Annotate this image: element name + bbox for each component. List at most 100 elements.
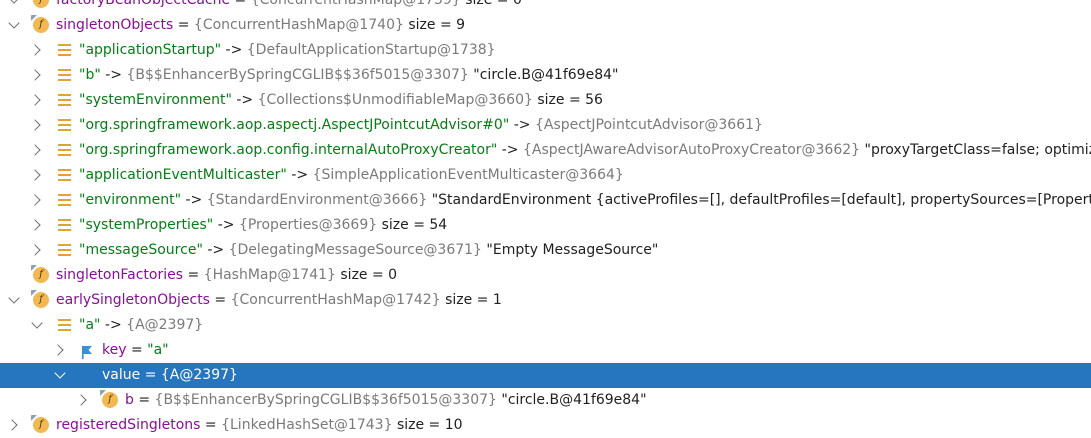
object-reference: {ConcurrentHashMap@1742}: [230, 292, 441, 308]
equals-sign: =: [133, 392, 155, 408]
chevron-right-icon[interactable]: [29, 144, 41, 156]
arrow-symbol: ->: [286, 167, 313, 183]
tree-row[interactable]: "applicationStartup" -> {DefaultApplicat…: [0, 38, 1091, 63]
row-text: "applicationEventMulticaster" -> {Simple…: [79, 163, 624, 188]
map-entry-icon: [58, 44, 71, 56]
map-key: "b": [79, 67, 101, 83]
map-entry-icon: [58, 244, 71, 256]
chevron-right-icon[interactable]: [29, 44, 41, 56]
variable-name: factoryBeanObjectCache: [56, 0, 231, 8]
row-text: singletonObjects = {ConcurrentHashMap@17…: [56, 13, 465, 38]
value-summary: "circle.B@41f69e84": [473, 67, 619, 83]
row-text: "applicationStartup" -> {DefaultApplicat…: [79, 38, 496, 63]
value-summary: size = 56: [537, 92, 603, 108]
row-text: b = {B$$EnhancerBySpringCGLIB$$36f5015@3…: [125, 388, 647, 413]
variable-name: singletonFactories: [56, 267, 184, 283]
field-icon: f: [33, 292, 49, 308]
row-text: "b" -> {B$$EnhancerBySpringCGLIB$$36f501…: [79, 63, 618, 88]
map-entry-icon: [58, 319, 71, 331]
row-text: "systemEnvironment" -> {Collections$Unmo…: [79, 88, 603, 113]
row-text: "org.springframework.aop.config.internal…: [79, 138, 1091, 163]
row-text: singletonFactories = {HashMap@1741} size…: [56, 263, 397, 288]
value-summary: "circle.B@41f69e84": [501, 392, 647, 408]
object-reference: {AspectJPointcutAdvisor@3661}: [534, 117, 763, 133]
tree-row[interactable]: fb = {B$$EnhancerBySpringCGLIB$$36f5015@…: [0, 388, 1091, 413]
field-icon: f: [33, 417, 49, 433]
object-reference: {Collections$UnmodifiableMap@3660}: [257, 92, 533, 108]
chevron-right-icon[interactable]: [29, 244, 41, 256]
object-reference: {B$$EnhancerBySpringCGLIB$$36f5015@3307}: [126, 67, 469, 83]
tree-row[interactable]: "org.springframework.aop.config.internal…: [0, 138, 1091, 163]
chevron-down-icon[interactable]: [8, 0, 20, 4]
tree-row[interactable]: "a" -> {A@2397}: [0, 313, 1091, 338]
row-text: "a" -> {A@2397}: [79, 313, 203, 338]
object-reference: {SimpleApplicationEventMulticaster@3664}: [312, 167, 624, 183]
equals-sign: =: [230, 0, 251, 8]
object-reference: {B$$EnhancerBySpringCGLIB$$36f5015@3307}: [154, 392, 497, 408]
map-entry-icon: [58, 94, 71, 106]
row-text: factoryBeanObjectCache = {ConcurrentHash…: [56, 0, 522, 13]
equals-sign: =: [140, 367, 161, 383]
value-summary: size = 0: [465, 0, 522, 8]
map-key: "systemEnvironment": [79, 92, 232, 108]
row-text: earlySingletonObjects = {ConcurrentHashM…: [56, 288, 502, 313]
object-reference: {DelegatingMessageSource@3671}: [228, 242, 482, 258]
tree-row[interactable]: f singletonFactories = {HashMap@1741} siz…: [0, 263, 1091, 288]
object-reference: {StandardEnvironment@3666}: [206, 192, 428, 208]
variable-name: registeredSingletons: [56, 417, 201, 433]
row-text: key = "a": [102, 338, 169, 363]
row-text: "messageSource" -> {DelegatingMessageSou…: [79, 238, 658, 263]
arrow-symbol: ->: [231, 92, 258, 108]
tree-row[interactable]: "systemProperties" -> {Properties@3669} …: [0, 213, 1091, 238]
object-reference: {A@2397}: [126, 317, 204, 333]
object-reference: {ConcurrentHashMap@1740}: [193, 17, 404, 33]
equals-sign: =: [126, 342, 148, 358]
variable-name: earlySingletonObjects: [56, 292, 210, 308]
map-key: "messageSource": [79, 242, 203, 258]
chevron-down-icon[interactable]: [8, 292, 20, 304]
map-entry-icon: [58, 69, 71, 81]
chevron-right-icon[interactable]: [29, 119, 41, 131]
tree-row[interactable]: f factoryBeanObjectCache = {ConcurrentHas…: [0, 0, 1091, 13]
row-text: "environment" -> {StandardEnvironment@36…: [79, 188, 1091, 213]
row-text: "systemProperties" -> {Properties@3669} …: [79, 213, 447, 238]
value-summary: "StandardEnvironment {activeProfiles=[],…: [431, 192, 1091, 208]
arrow-symbol: ->: [202, 242, 229, 258]
map-entry-icon: [58, 219, 71, 231]
value-summary: "proxyTargetClass=false; optimize=false;…: [864, 142, 1091, 158]
chevron-right-icon[interactable]: [29, 169, 41, 181]
chevron-right-icon[interactable]: [52, 344, 64, 356]
tree-row[interactable]: key = "a": [0, 338, 1091, 363]
map-key: "a": [79, 317, 101, 333]
tree-row[interactable]: "environment" -> {StandardEnvironment@36…: [0, 188, 1091, 213]
map-key: "org.springframework.aop.config.internal…: [79, 142, 498, 158]
chevron-down-icon[interactable]: [31, 317, 43, 329]
chevron-right-icon[interactable]: [29, 94, 41, 106]
tree-row[interactable]: "b" -> {B$$EnhancerBySpringCGLIB$$36f501…: [0, 63, 1091, 88]
chevron-right-icon[interactable]: [29, 69, 41, 81]
tree-row[interactable]: f registeredSingletons = {LinkedHashSet@1…: [0, 413, 1091, 438]
map-key: "systemProperties": [79, 217, 214, 233]
chevron-right-icon[interactable]: [29, 219, 41, 231]
tree-row[interactable]: "systemEnvironment" -> {Collections$Unmo…: [0, 88, 1091, 113]
arrow-symbol: ->: [100, 317, 127, 333]
object-reference: {LinkedHashSet@1743}: [221, 417, 393, 433]
row-text: value = {A@2397}: [102, 363, 238, 388]
tree-row[interactable]: "org.springframework.aop.aspectj.AspectJ…: [0, 113, 1091, 138]
tree-row[interactable]: f earlySingletonObjects = {ConcurrentHash…: [0, 288, 1091, 313]
map-key: "environment": [79, 192, 182, 208]
chevron-right-icon[interactable]: [6, 419, 18, 431]
tree-row[interactable]: "messageSource" -> {DelegatingMessageSou…: [0, 238, 1091, 263]
chevron-down-icon[interactable]: [8, 17, 20, 29]
object-reference: {Properties@3669}: [238, 217, 378, 233]
chevron-right-icon[interactable]: [29, 194, 41, 206]
map-key: "applicationEventMulticaster": [79, 167, 287, 183]
object-reference: {DefaultApplicationStartup@1738}: [246, 42, 496, 58]
tree-row[interactable]: value = {A@2397}: [0, 363, 1091, 388]
tree-row[interactable]: "applicationEventMulticaster" -> {Simple…: [0, 163, 1091, 188]
map-entry-icon: [58, 144, 71, 156]
tree-row[interactable]: f singletonObjects = {ConcurrentHashMap@1…: [0, 13, 1091, 38]
chevron-down-icon[interactable]: [54, 367, 66, 379]
equals-sign: =: [209, 292, 231, 308]
chevron-right-icon[interactable]: [75, 394, 87, 406]
